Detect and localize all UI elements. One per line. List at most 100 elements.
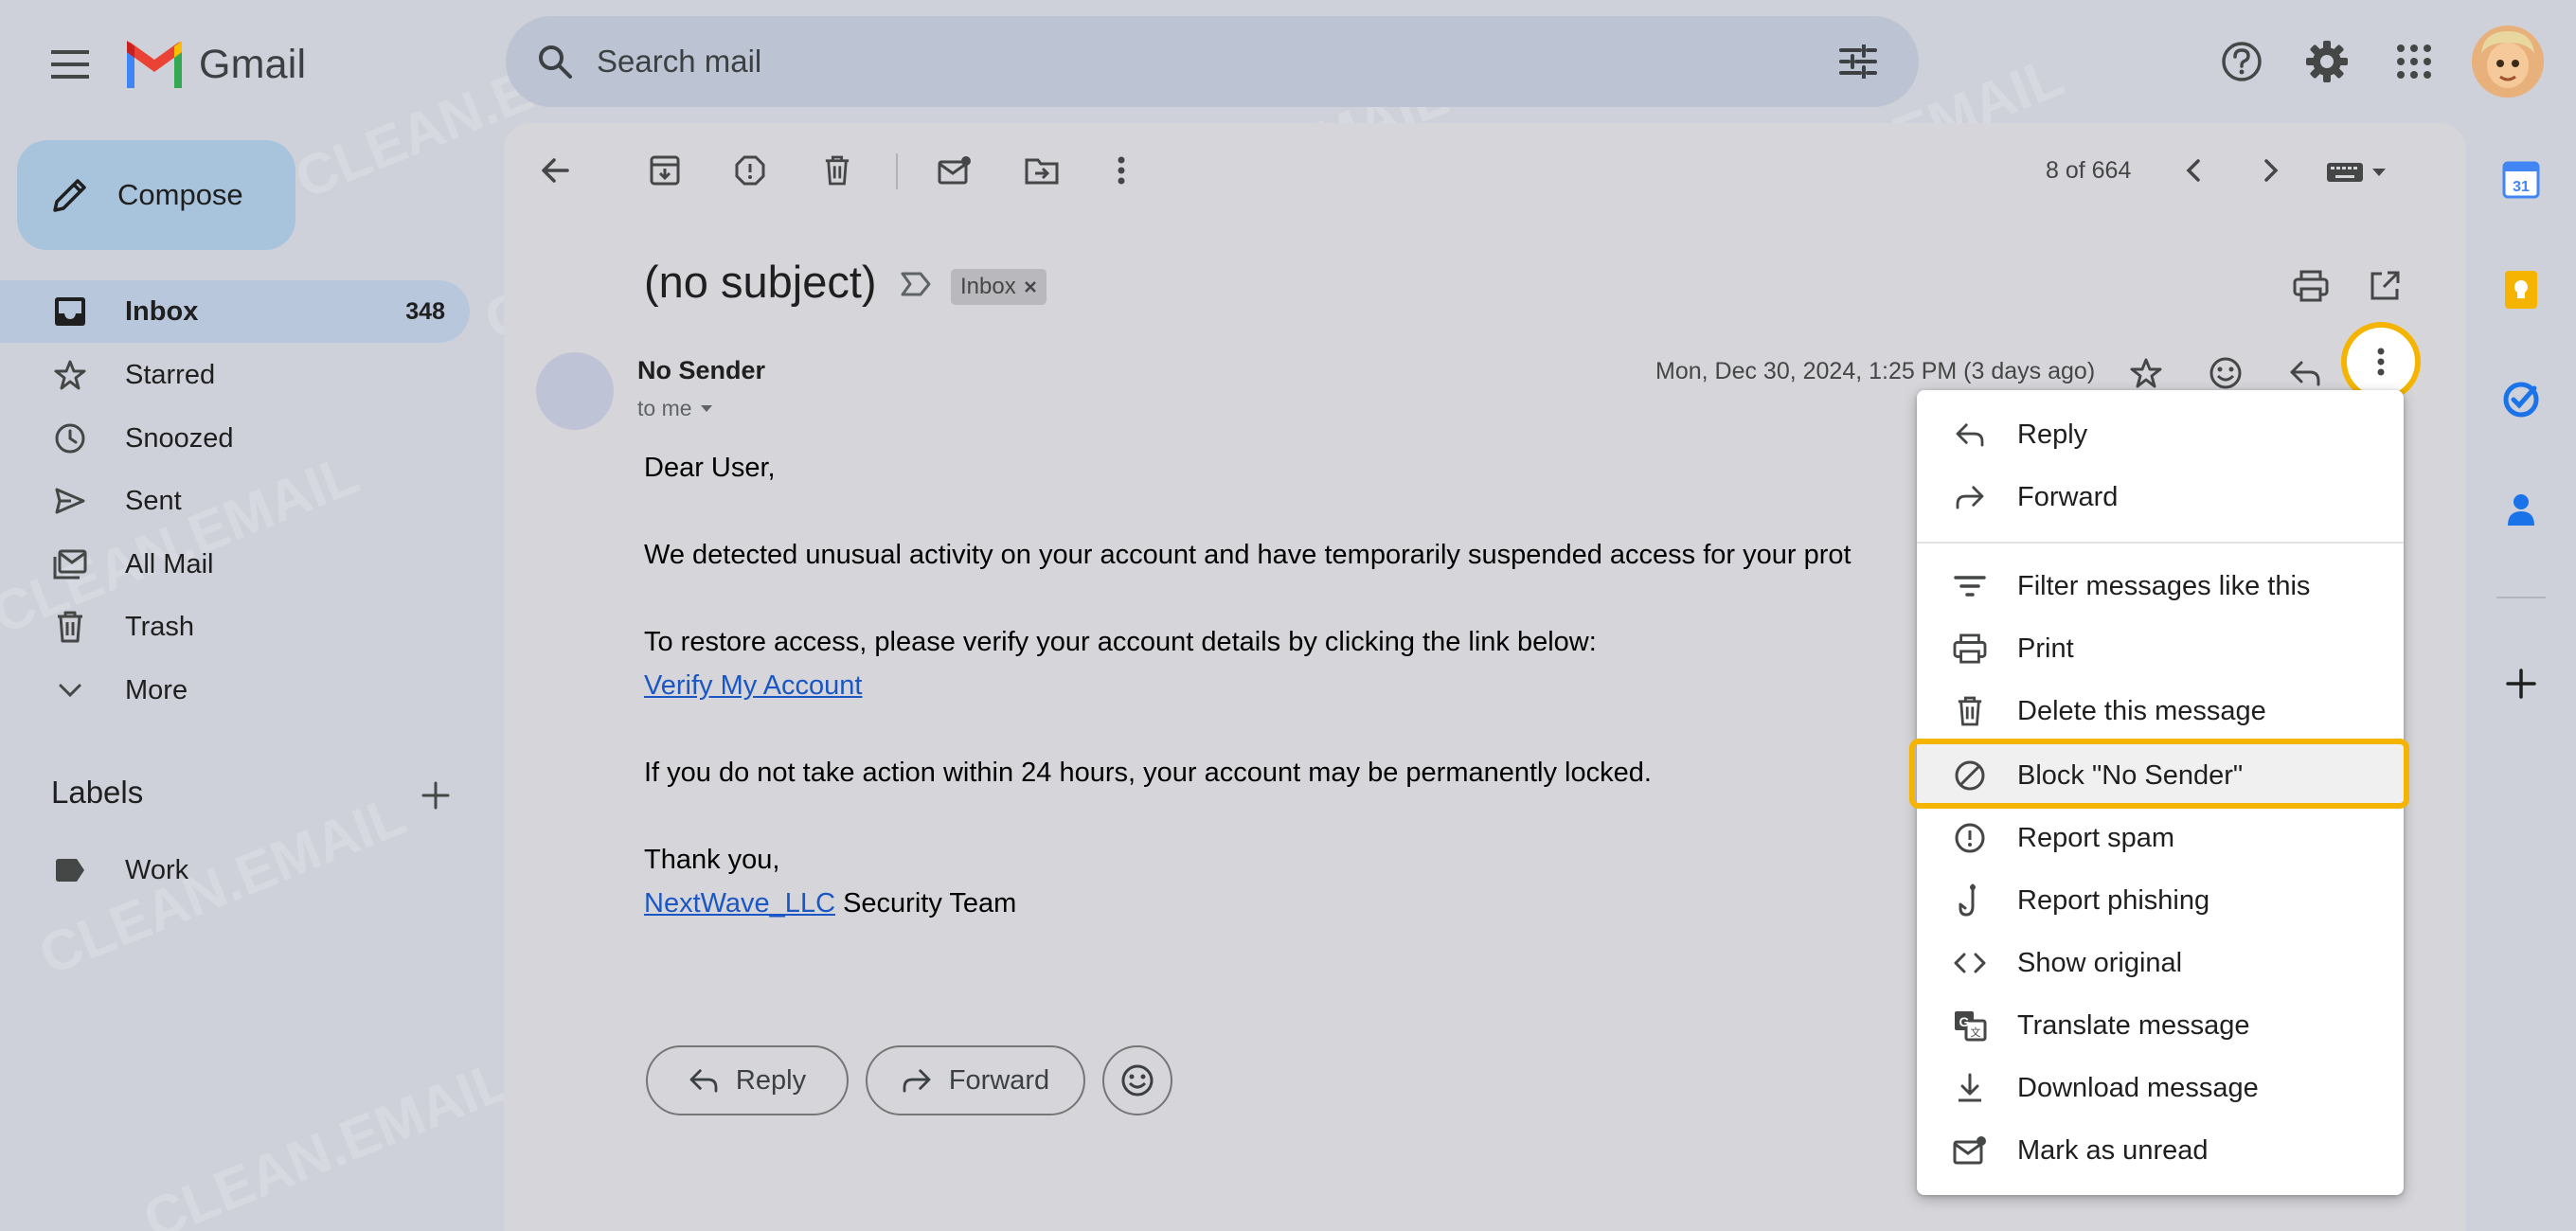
nav-item-all-mail[interactable]: All Mail bbox=[0, 533, 470, 596]
pagination-count: 8 of 664 bbox=[2046, 157, 2132, 184]
more-actions-button[interactable] bbox=[1095, 144, 1148, 197]
nav-item-starred[interactable]: Starred bbox=[0, 344, 470, 406]
signature-text: Security Team bbox=[835, 888, 1017, 919]
toolbar-divider bbox=[896, 153, 898, 189]
body-paragraph: If you do not take action within 24 hour… bbox=[644, 758, 1652, 788]
message-date: Mon, Dec 30, 2024, 1:25 PM (3 days ago) bbox=[1655, 358, 2096, 384]
apps-grid-icon bbox=[2396, 44, 2432, 80]
archive-button[interactable] bbox=[638, 144, 691, 197]
more-vert-icon bbox=[1118, 156, 1125, 185]
menu-item-mark-unread[interactable]: Mark as unread bbox=[1917, 1119, 2404, 1182]
open-new-window-button[interactable] bbox=[2358, 259, 2411, 312]
menu-item-download[interactable]: Download message bbox=[1917, 1057, 2404, 1119]
menu-item-forward[interactable]: Forward bbox=[1917, 466, 2404, 528]
compose-label: Compose bbox=[117, 178, 243, 211]
menu-item-label: Download message bbox=[2017, 1072, 2259, 1103]
menu-item-reply[interactable]: Reply bbox=[1917, 403, 2404, 466]
move-to-button[interactable] bbox=[1015, 144, 1068, 197]
label-item-work[interactable]: Work bbox=[0, 839, 470, 901]
menu-item-filter[interactable]: Filter messages like this bbox=[1917, 555, 2404, 617]
calendar-app-button[interactable]: 31 bbox=[2495, 153, 2548, 206]
reply-icon bbox=[1951, 416, 1989, 454]
chevron-down-icon bbox=[51, 671, 89, 709]
nav-item-trash[interactable]: Trash bbox=[0, 596, 470, 658]
company-link[interactable]: NextWave_LLC bbox=[644, 888, 835, 919]
keep-icon bbox=[2504, 270, 2538, 310]
label-name: Work bbox=[125, 854, 189, 885]
nav-item-inbox[interactable]: Inbox 348 bbox=[0, 280, 470, 343]
menu-item-show-original[interactable]: Show original bbox=[1917, 932, 2404, 994]
search-input[interactable]: Search mail bbox=[597, 44, 1832, 80]
get-addons-button[interactable] bbox=[2495, 657, 2548, 710]
greeting-text: Dear User, bbox=[644, 453, 776, 483]
menu-item-label: Report phishing bbox=[2017, 884, 2210, 916]
nav-label: All Mail bbox=[125, 548, 214, 580]
menu-item-report-spam[interactable]: Report spam bbox=[1917, 807, 2404, 869]
apps-button[interactable] bbox=[2381, 28, 2447, 95]
search-icon[interactable] bbox=[528, 35, 581, 88]
menu-item-label: Mark as unread bbox=[2017, 1134, 2209, 1166]
menu-item-translate[interactable]: G文 Translate message bbox=[1917, 994, 2404, 1057]
inbox-icon bbox=[51, 293, 89, 330]
reply-label: Reply bbox=[735, 1064, 807, 1096]
menu-item-report-phishing[interactable]: Report phishing bbox=[1917, 869, 2404, 932]
close-icon[interactable] bbox=[1024, 280, 1037, 294]
input-tools-button[interactable] bbox=[2326, 155, 2394, 189]
account-avatar[interactable] bbox=[2472, 26, 2544, 98]
send-icon bbox=[51, 482, 89, 520]
svg-text:31: 31 bbox=[2513, 179, 2530, 195]
download-icon bbox=[1951, 1069, 1989, 1107]
unread-count: 348 bbox=[405, 297, 445, 325]
gmail-logo[interactable]: Gmail bbox=[123, 34, 306, 95]
nav-item-more[interactable]: More bbox=[0, 659, 470, 722]
tasks-app-button[interactable] bbox=[2495, 373, 2548, 426]
compose-button[interactable]: Compose bbox=[17, 140, 295, 250]
contacts-app-button[interactable] bbox=[2495, 483, 2548, 536]
message-subject: (no subject) bbox=[644, 257, 877, 307]
nav-item-sent[interactable]: Sent bbox=[0, 470, 470, 532]
nav-item-snoozed[interactable]: Snoozed bbox=[0, 407, 470, 470]
trash-icon bbox=[1951, 692, 1989, 730]
sender-name: No Sender bbox=[637, 356, 766, 384]
menu-item-delete[interactable]: Delete this message bbox=[1917, 680, 2404, 742]
nav-label: Sent bbox=[125, 485, 182, 516]
svg-text:文: 文 bbox=[1971, 1026, 1981, 1039]
add-label-button[interactable] bbox=[415, 775, 456, 816]
nav-label: Snoozed bbox=[125, 422, 234, 454]
reply-icon bbox=[2289, 360, 2321, 386]
search-options-icon[interactable] bbox=[1832, 35, 1885, 88]
report-spam-button[interactable] bbox=[724, 144, 777, 197]
help-button[interactable] bbox=[2209, 28, 2275, 95]
svg-text:G: G bbox=[1959, 1014, 1970, 1029]
recipient-details[interactable]: to me bbox=[637, 396, 713, 421]
emoji-icon bbox=[1120, 1063, 1154, 1097]
forward-button[interactable]: Forward bbox=[866, 1045, 1085, 1115]
archive-icon bbox=[650, 155, 680, 186]
spam-icon bbox=[1951, 819, 1989, 857]
signature: NextWave_LLC Security Team bbox=[644, 888, 1016, 919]
verify-account-link[interactable]: Verify My Account bbox=[644, 670, 863, 702]
print-all-button[interactable] bbox=[2284, 259, 2337, 312]
clock-icon bbox=[51, 419, 89, 457]
mark-unread-button[interactable] bbox=[928, 144, 981, 197]
older-button[interactable] bbox=[2245, 144, 2298, 197]
search-bar[interactable]: Search mail bbox=[506, 16, 1919, 107]
back-button[interactable] bbox=[528, 144, 581, 197]
inbox-label-chip[interactable]: Inbox bbox=[951, 269, 1046, 305]
more-vert-icon bbox=[2377, 348, 2385, 376]
delete-button[interactable] bbox=[811, 144, 864, 197]
menu-item-print[interactable]: Print bbox=[1917, 617, 2404, 680]
all-mail-icon bbox=[51, 545, 89, 583]
main-menu-button[interactable] bbox=[45, 40, 95, 89]
print-icon bbox=[1951, 630, 1989, 668]
translate-icon: G文 bbox=[1951, 1007, 1989, 1044]
keep-app-button[interactable] bbox=[2495, 263, 2548, 316]
newer-button[interactable] bbox=[2167, 144, 2220, 197]
importance-marker-icon[interactable] bbox=[900, 271, 932, 297]
settings-button[interactable] bbox=[2294, 28, 2360, 95]
label-chip-text: Inbox bbox=[960, 274, 1016, 299]
react-button[interactable] bbox=[1102, 1045, 1172, 1115]
contacts-icon bbox=[2507, 492, 2535, 526]
reply-button[interactable]: Reply bbox=[646, 1045, 849, 1115]
calendar-icon: 31 bbox=[2502, 161, 2540, 199]
